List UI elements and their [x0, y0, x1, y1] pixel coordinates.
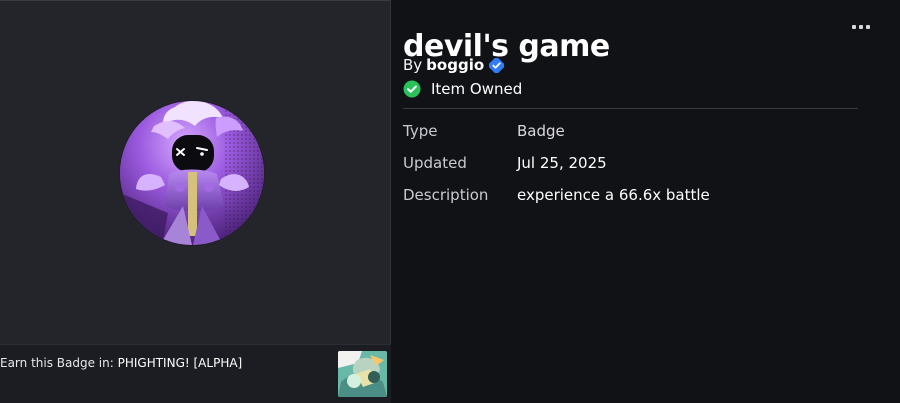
detail-label-type: Type	[403, 122, 438, 140]
more-options-icon-dot	[866, 25, 870, 29]
detail-row-description: Description experience a 66.6x battle	[403, 184, 863, 216]
check-circle-icon	[403, 80, 421, 98]
detail-label-description: Description	[403, 186, 489, 204]
earn-badge-text: Earn this Badge in: PHIGHTING! [ALPHA]	[0, 356, 242, 370]
earn-badge-game-link[interactable]: PHIGHTING! [ALPHA]	[118, 356, 243, 370]
more-options-icon-dot	[859, 25, 863, 29]
creator-name-link[interactable]: boggio	[426, 56, 484, 74]
more-options-button[interactable]	[852, 21, 876, 35]
earn-badge-bar: Earn this Badge in: PHIGHTING! [ALPHA]	[0, 344, 391, 403]
badge-detail-page: Earn this Badge in: PHIGHTING! [ALPHA] d…	[0, 0, 900, 403]
badge-info-panel: devil's game By boggio Item Owned Type B…	[392, 0, 900, 403]
creator-line: By boggio	[403, 56, 505, 74]
owned-status-text: Item Owned	[431, 80, 523, 98]
game-thumbnail-artwork	[338, 351, 387, 397]
badge-media-panel: Earn this Badge in: PHIGHTING! [ALPHA]	[0, 0, 391, 403]
detail-value-type: Badge	[517, 122, 565, 140]
verified-badge-icon	[489, 57, 505, 73]
badge-artwork	[120, 101, 264, 245]
detail-row-type: Type Badge	[403, 120, 863, 152]
detail-label-updated: Updated	[403, 154, 467, 172]
details-divider	[403, 108, 858, 109]
more-options-icon-dot	[852, 25, 856, 29]
earn-badge-prefix: Earn this Badge in:	[0, 356, 118, 370]
detail-value-description: experience a 66.6x battle	[517, 186, 710, 204]
badge-image	[120, 101, 264, 245]
badge-details: Type Badge Updated Jul 25, 2025 Descript…	[403, 120, 863, 216]
detail-value-updated: Jul 25, 2025	[517, 154, 607, 172]
owned-status: Item Owned	[403, 80, 522, 98]
detail-row-updated: Updated Jul 25, 2025	[403, 152, 863, 184]
creator-prefix: By	[403, 56, 423, 74]
game-thumbnail[interactable]	[338, 351, 387, 397]
